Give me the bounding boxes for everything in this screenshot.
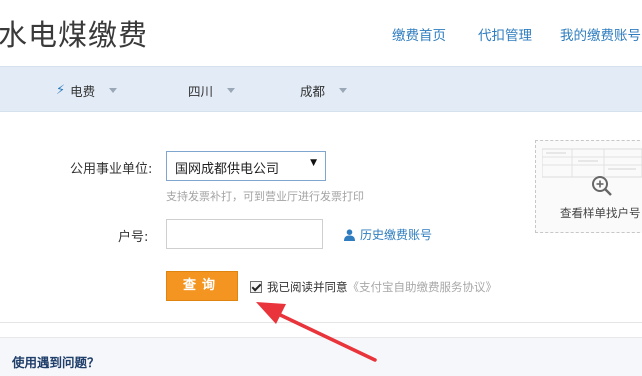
province-dropdown[interactable]: 四川 xyxy=(188,81,236,100)
user-icon xyxy=(344,228,355,241)
payment-page: 水电煤缴费 缴费首页 代扣管理 我的缴费账号 ⚡ 电费 四川 成都 公用事业单位… xyxy=(0,0,642,376)
utility-type-label: 电费 xyxy=(70,84,96,99)
utility-company-select[interactable]: 国网成都供电公司 ▼ xyxy=(166,151,326,181)
dropdown-arrow-icon: ▼ xyxy=(310,158,317,168)
history-accounts-label: 历史缴费账号 xyxy=(360,228,433,242)
invoice-hint: 支持发票补打，可到营业厅进行发票打印 xyxy=(166,190,364,203)
help-title[interactable]: 使用遇到问题？ xyxy=(12,352,100,371)
sample-bill-box[interactable]: 查看样单找户号 xyxy=(535,140,642,233)
utility-company-label: 公用事业单位: xyxy=(70,162,153,177)
account-number-input[interactable] xyxy=(166,219,323,249)
utility-type-dropdown[interactable]: ⚡ 电费 xyxy=(56,81,118,100)
account-number-label: 户号: xyxy=(118,230,149,245)
history-accounts-link[interactable]: 历史缴费账号 xyxy=(344,226,432,243)
nav-link-my-accounts[interactable]: 我的缴费账号 xyxy=(560,24,641,44)
query-button[interactable]: 查询 xyxy=(166,271,238,301)
help-section: 使用遇到问题？ xyxy=(0,337,642,376)
city-label: 成都 xyxy=(300,84,326,99)
divider xyxy=(0,322,642,323)
lightning-icon: ⚡ xyxy=(56,83,66,98)
province-label: 四川 xyxy=(188,84,214,99)
city-dropdown[interactable]: 成都 xyxy=(300,81,348,100)
nav-link-auto-debit[interactable]: 代扣管理 xyxy=(478,24,532,44)
agree-text: 我已阅读并同意 xyxy=(267,280,348,294)
zoom-in-icon xyxy=(592,176,612,196)
header: 水电煤缴费 缴费首页 代扣管理 我的缴费账号 xyxy=(0,0,642,66)
nav-link-home[interactable]: 缴费首页 xyxy=(392,24,446,44)
page-title: 水电煤缴费 xyxy=(0,18,149,52)
service-agreement-link[interactable]: 《支付宝自助缴费服务协议》 xyxy=(348,279,498,295)
chevron-down-icon xyxy=(227,88,236,93)
agree-checkbox[interactable] xyxy=(250,281,262,293)
chevron-down-icon xyxy=(339,88,348,93)
sample-bill-label: 查看样单找户号 xyxy=(560,206,641,220)
filter-bar: ⚡ 电费 四川 成都 xyxy=(0,66,642,112)
chevron-down-icon xyxy=(109,88,118,93)
agreement: 我已阅读并同意 《支付宝自助缴费服务协议》 xyxy=(250,279,497,295)
utility-company-value: 国网成都供电公司 xyxy=(175,162,280,177)
